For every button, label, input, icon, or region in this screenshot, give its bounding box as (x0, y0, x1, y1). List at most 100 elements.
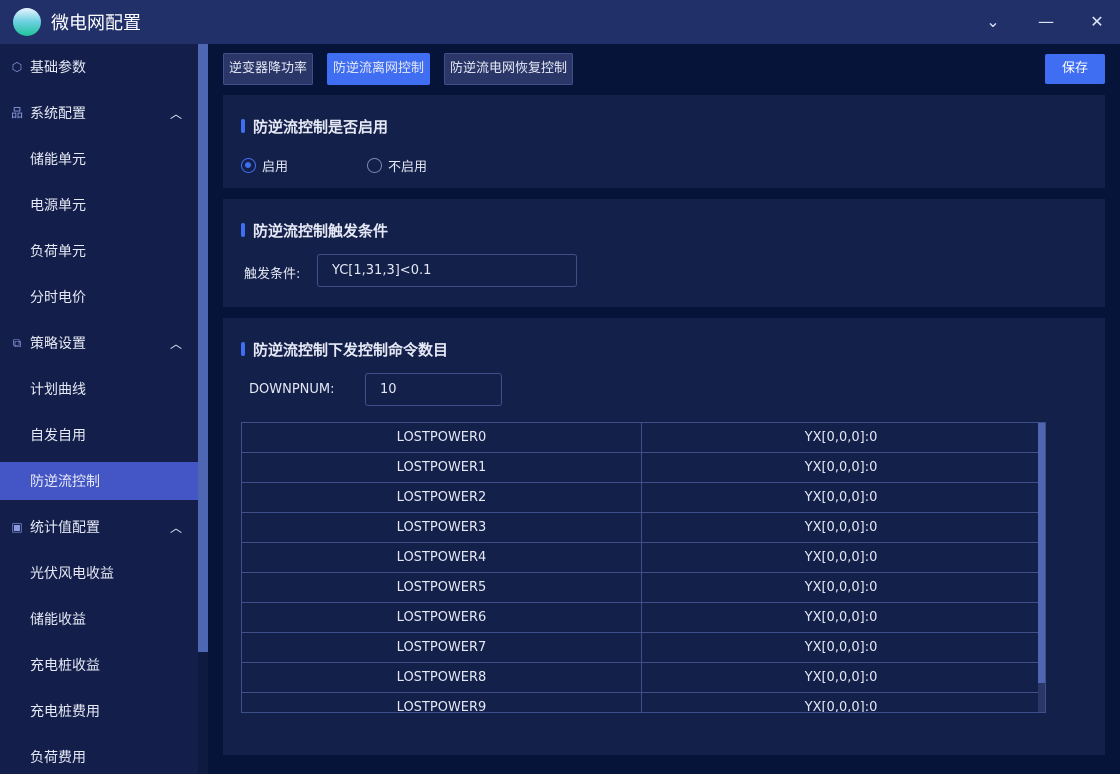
chevron-up-icon[interactable]: ︿ (170, 335, 182, 352)
sidebar-item[interactable]: 充电桩收益 (0, 642, 198, 688)
table-row[interactable]: LOSTPOWER1 YX[0,0,0]:0 (242, 453, 1045, 483)
command-table: LOSTPOWER0 YX[0,0,0]:0 LOSTPOWER1 YX[0,0,0]… (241, 422, 1046, 713)
sidebar-item[interactable]: 自发自用 (0, 412, 198, 458)
trigger-condition-input[interactable]: YC[1,31,3]<0.1 (317, 254, 577, 287)
sidebar-item-label: 分时电价 (30, 290, 86, 306)
sidebar-item-label: 防逆流控制 (30, 474, 100, 490)
sidebar-item-label: 充电桩费用 (30, 704, 100, 720)
radio-label: 启用 (262, 160, 289, 175)
point-value-cell: YX[0,0,0]:0 (804, 580, 878, 595)
sidebar: ⬡ 基础参数品系统配置 ︿ 储能单元电源单元负荷单元分时电价 ⧉ 策略设置 ︿ 计划曲线自发自… (0, 44, 198, 774)
cube-icon: ⬡ (11, 60, 23, 74)
point-name-cell: LOSTPOWER8 (242, 663, 642, 692)
monitor-icon: ▣ (11, 520, 23, 534)
sliders-icon: ⧉ (12, 336, 22, 350)
sidebar-item[interactable]: 电源单元 (0, 182, 198, 228)
sidebar-item[interactable]: 负荷单元 (0, 228, 198, 274)
save-button[interactable]: 保存 (1045, 54, 1105, 84)
point-value-cell: YX[0,0,0]:0 (804, 550, 878, 565)
sidebar-item-label: 策略设置 (30, 336, 86, 352)
sidebar-item[interactable]: 负荷费用 (0, 734, 198, 774)
radio-label: 不启用 (388, 160, 428, 175)
point-value-cell: YX[0,0,0]:0 (804, 700, 878, 713)
point-value-cell: YX[0,0,0]:0 (804, 460, 878, 475)
table-scrollbar[interactable] (1038, 423, 1045, 712)
command-section-title: 防逆流控制下发控制命令数目 (241, 339, 448, 360)
sidebar-item-label: 储能收益 (30, 612, 86, 628)
point-name-cell: LOSTPOWER3 (242, 513, 642, 542)
sidebar-item[interactable]: 光伏风电收益 (0, 550, 198, 596)
tab-bar: 逆变器降功率 防逆流离网控制 防逆流电网恢复控制 (223, 53, 574, 85)
sidebar-item-label: 基础参数 (30, 60, 86, 76)
app-logo-icon (13, 8, 41, 36)
sidebar-item-label: 充电桩收益 (30, 658, 100, 674)
sidebar-item-label: 负荷单元 (30, 244, 86, 260)
enable-section-title: 防逆流控制是否启用 (241, 116, 388, 137)
table-scroll-thumb[interactable] (1038, 423, 1045, 683)
sidebar-item[interactable]: 品系统配置 ︿ (0, 90, 198, 136)
sidebar-scrollbar[interactable] (198, 44, 208, 774)
sidebar-scroll-thumb[interactable] (198, 44, 208, 652)
trigger-condition-label: 触发条件: (244, 267, 301, 282)
point-name-cell: LOSTPOWER6 (242, 603, 642, 632)
sidebar-item[interactable]: ⬡ 基础参数 (0, 44, 198, 90)
sidebar-item[interactable]: ⧉ 策略设置 ︿ (0, 320, 198, 366)
sidebar-item-label: 光伏风电收益 (30, 566, 114, 582)
radio-unchecked-icon (367, 158, 382, 173)
table-row[interactable]: LOSTPOWER2 YX[0,0,0]:0 (242, 483, 1045, 513)
sidebar-item[interactable]: 充电桩费用 (0, 688, 198, 734)
sidebar-item[interactable]: 储能单元 (0, 136, 198, 182)
table-row[interactable]: LOSTPOWER4 YX[0,0,0]:0 (242, 543, 1045, 573)
sidebar-item-label: 储能单元 (30, 152, 86, 168)
sitemap-icon: 品 (10, 106, 23, 120)
sidebar-item[interactable]: 储能收益 (0, 596, 198, 642)
point-name-cell: LOSTPOWER0 (242, 423, 642, 452)
sidebar-item-label: 系统配置 (30, 106, 86, 122)
point-value-cell: YX[0,0,0]:0 (804, 430, 878, 445)
collapse-button[interactable]: ⌄ (981, 10, 1005, 34)
title-bar: 微电网配置 ⌄ — ✕ (0, 0, 1120, 44)
point-name-cell: LOSTPOWER2 (242, 483, 642, 512)
close-button[interactable]: ✕ (1085, 10, 1109, 34)
table-row[interactable]: LOSTPOWER9 YX[0,0,0]:0 (242, 693, 1045, 713)
table-row[interactable]: LOSTPOWER5 YX[0,0,0]:0 (242, 573, 1045, 603)
point-value-cell: YX[0,0,0]:0 (804, 520, 878, 535)
table-row[interactable]: LOSTPOWER6 YX[0,0,0]:0 (242, 603, 1045, 633)
sidebar-item[interactable]: 防逆流控制 (0, 462, 198, 500)
tab-inverter-derate[interactable]: 逆变器降功率 (223, 53, 314, 85)
point-name-cell: LOSTPOWER1 (242, 453, 642, 482)
downpnum-label: DOWNPNUM: (249, 382, 335, 397)
sidebar-item-label: 负荷费用 (30, 750, 86, 766)
radio-checked-icon (241, 158, 256, 173)
sidebar-item[interactable]: 计划曲线 (0, 366, 198, 412)
sidebar-item-label: 统计值配置 (30, 520, 100, 536)
table-row[interactable]: LOSTPOWER8 YX[0,0,0]:0 (242, 663, 1045, 693)
tab-grid-recovery-control[interactable]: 防逆流电网恢复控制 (444, 53, 574, 85)
point-value-cell: YX[0,0,0]:0 (804, 490, 878, 505)
sidebar-item[interactable]: ▣ 统计值配置 ︿ (0, 504, 198, 550)
table-row[interactable]: LOSTPOWER3 YX[0,0,0]:0 (242, 513, 1045, 543)
point-name-cell: LOSTPOWER7 (242, 633, 642, 662)
trigger-card: 防逆流控制触发条件 触发条件: YC[1,31,3]<0.1 (223, 199, 1105, 307)
sidebar-item[interactable]: 分时电价 (0, 274, 198, 320)
enable-card: 防逆流控制是否启用 启用 不启用 (223, 95, 1105, 188)
point-name-cell: LOSTPOWER4 (242, 543, 642, 572)
downpnum-input[interactable]: 10 (365, 373, 502, 406)
chevron-up-icon[interactable]: ︿ (170, 105, 182, 122)
sidebar-item-label: 计划曲线 (30, 382, 86, 398)
radio-enable[interactable]: 启用 (241, 156, 288, 175)
table-row[interactable]: LOSTPOWER7 YX[0,0,0]:0 (242, 633, 1045, 663)
minimize-button[interactable]: — (1034, 10, 1058, 34)
tab-offgrid-control[interactable]: 防逆流离网控制 (327, 53, 431, 85)
point-value-cell: YX[0,0,0]:0 (804, 670, 878, 685)
point-value-cell: YX[0,0,0]:0 (804, 610, 878, 625)
radio-disable[interactable]: 不启用 (367, 156, 427, 175)
app-title: 微电网配置 (51, 13, 141, 34)
sidebar-item-label: 电源单元 (30, 198, 86, 214)
command-card: 防逆流控制下发控制命令数目 DOWNPNUM: 10 LOSTPOWER0 YX[… (223, 318, 1105, 755)
chevron-up-icon[interactable]: ︿ (170, 519, 182, 536)
point-value-cell: YX[0,0,0]:0 (804, 640, 878, 655)
sidebar-item-label: 自发自用 (30, 428, 86, 444)
table-row[interactable]: LOSTPOWER0 YX[0,0,0]:0 (242, 423, 1045, 453)
point-name-cell: LOSTPOWER5 (242, 573, 642, 602)
